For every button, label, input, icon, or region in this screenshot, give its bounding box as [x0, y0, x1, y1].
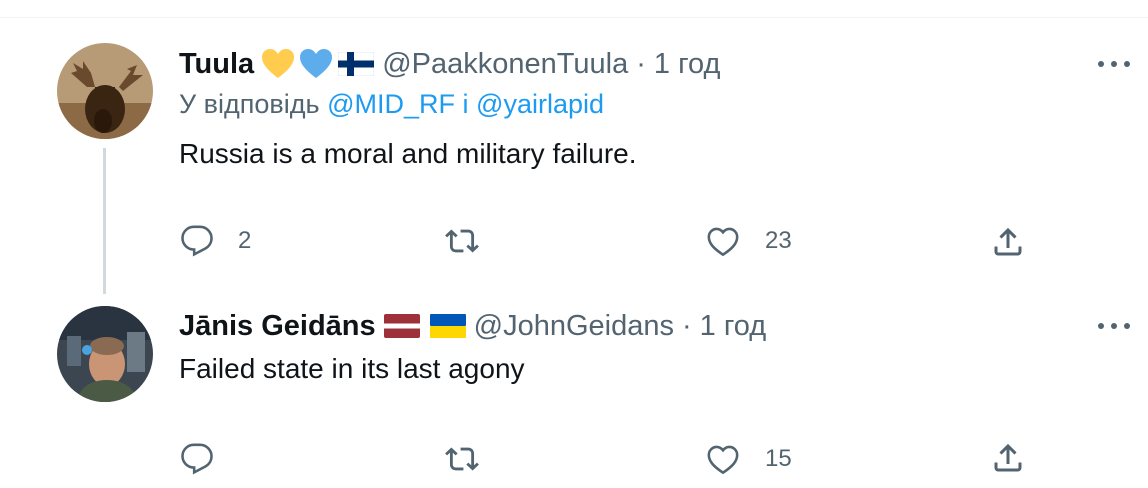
like-button[interactable]: 23 — [705, 224, 792, 258]
like-count: 23 — [765, 227, 792, 254]
comment-icon — [181, 225, 213, 257]
more-icon[interactable] — [1098, 52, 1130, 76]
display-name[interactable]: Tuula — [179, 48, 254, 81]
retweet-button[interactable] — [444, 442, 504, 476]
tweet-header: Tuula @PaakkonenTuula · 1 год — [179, 44, 720, 84]
mention-link-yairlapid[interactable]: @yairlapid — [476, 89, 604, 119]
reply-button[interactable]: 2 — [180, 224, 251, 258]
share-icon — [994, 227, 1022, 256]
like-icon — [707, 445, 739, 475]
avatar-janis-geidans[interactable] — [57, 306, 153, 402]
separator-dot: · — [636, 47, 646, 80]
like-button[interactable]: 15 — [705, 442, 792, 476]
reply-button[interactable] — [180, 442, 238, 476]
reply-conjunction: і — [462, 89, 469, 119]
timestamp[interactable]: 1 год — [700, 310, 767, 343]
more-icon[interactable] — [1098, 314, 1130, 338]
finland-flag-icon — [338, 52, 375, 76]
like-count: 15 — [765, 445, 792, 472]
reply-context: У відповідь @MID_RF і @yairlapid — [179, 89, 604, 120]
tweet-header: Jānis Geidāns @JohnGeidans · 1 год — [179, 306, 766, 346]
share-button[interactable] — [990, 224, 1026, 260]
latvia-flag-icon — [383, 314, 420, 338]
top-divider — [0, 17, 1148, 18]
retweet-icon — [445, 447, 479, 471]
tweet-text: Failed state in its last agony — [179, 353, 525, 384]
yellow-heart-icon — [260, 48, 296, 80]
tweet-text: Russia is a moral and military failure. — [179, 138, 637, 169]
retweet-icon — [445, 229, 479, 253]
ukraine-flag-icon — [429, 314, 466, 338]
handle[interactable]: @JohnGeidans — [474, 310, 674, 343]
separator-dot: · — [682, 309, 692, 342]
reply-count: 2 — [238, 227, 252, 254]
handle[interactable]: @PaakkonenTuula — [382, 48, 628, 81]
reply-prefix: У відповідь — [179, 89, 320, 119]
display-name[interactable]: Jānis Geidāns — [179, 310, 376, 343]
avatar-tuula[interactable] — [57, 43, 153, 139]
thread-line — [103, 148, 106, 294]
mention-link-mid-rf[interactable]: @MID_RF — [327, 89, 455, 119]
share-icon — [994, 443, 1022, 472]
like-icon — [707, 227, 739, 257]
blue-heart-icon — [298, 48, 334, 80]
share-button[interactable] — [990, 440, 1026, 476]
retweet-button[interactable] — [444, 224, 504, 258]
comment-icon — [181, 443, 213, 475]
timestamp[interactable]: 1 год — [654, 48, 721, 81]
